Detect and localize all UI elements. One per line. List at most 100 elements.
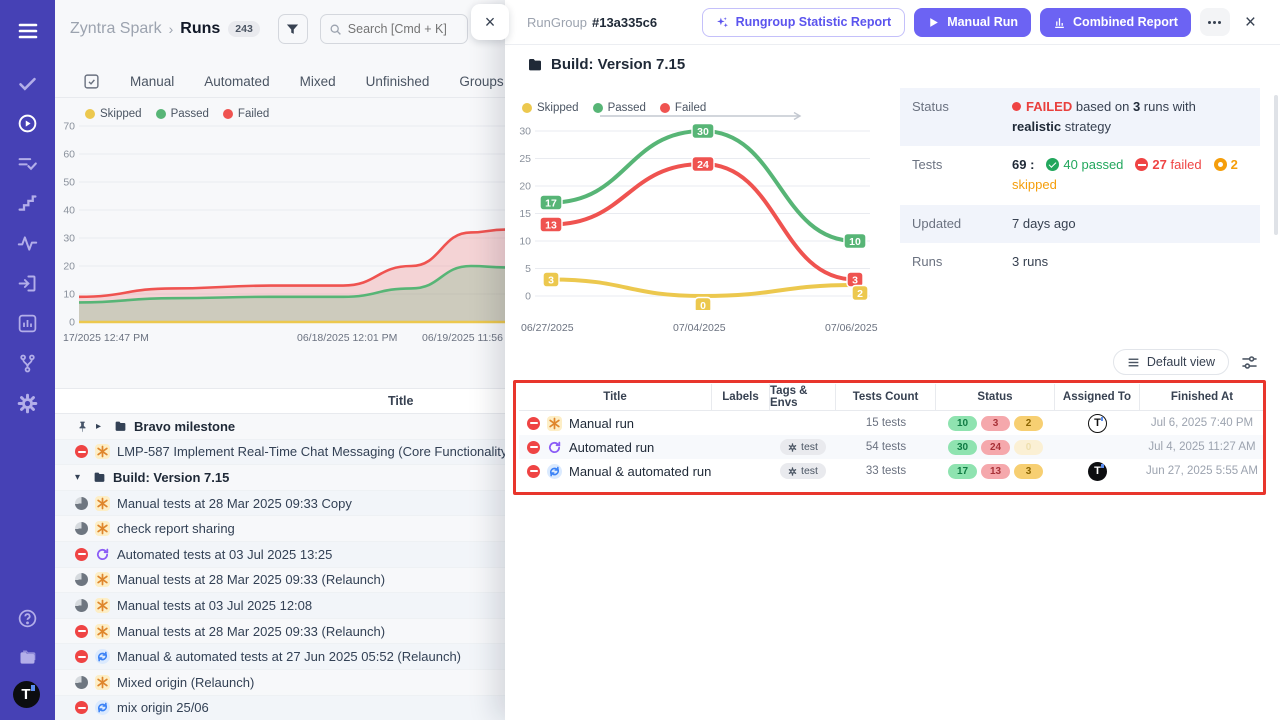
list-icon — [1127, 356, 1140, 369]
rungroup-statistic-report-button[interactable]: Rungroup Statistic Report — [702, 8, 906, 37]
tab-automated[interactable]: Automated — [204, 74, 269, 89]
run-list-row[interactable]: Manual tests at 03 Jul 2025 12:08 — [55, 593, 505, 619]
run-list-row[interactable]: Manual tests at 28 Mar 2025 09:33 (Relau… — [55, 568, 505, 594]
run-list-row[interactable]: mix origin 25/06 — [55, 696, 505, 720]
select-all-icon[interactable] — [83, 73, 100, 90]
tab-mixed[interactable]: Mixed — [300, 74, 336, 89]
detail-label: Updated — [912, 214, 1012, 234]
run-list-row[interactable]: Manual tests at 28 Mar 2025 09:33 Copy — [55, 491, 505, 517]
cell-tests-count: 15 tests — [836, 411, 936, 435]
run-list-row[interactable]: Automated tests at 03 Jul 2025 13:25 — [55, 542, 505, 568]
sidebar-item-pulse[interactable] — [13, 228, 43, 258]
manual-run-icon — [95, 444, 110, 459]
tab-manual[interactable]: Manual — [130, 74, 174, 89]
column-header-tags-envs[interactable]: Tags & Envs — [770, 384, 836, 410]
detail-text: passed — [1078, 157, 1124, 172]
column-header-finished-at[interactable]: Finished At — [1140, 384, 1264, 410]
tab-groups[interactable]: Groups — [459, 74, 503, 89]
combined-report-button[interactable]: Combined Report — [1040, 8, 1191, 37]
failed-badge: 3 — [981, 416, 1010, 431]
tag-pill[interactable]: test — [780, 463, 826, 479]
filter-button[interactable] — [278, 14, 308, 44]
run-title: Mixed origin (Relaunch) — [117, 675, 254, 690]
menu-icon[interactable] — [13, 16, 43, 46]
tag-label: test — [801, 465, 818, 477]
column-header-labels[interactable]: Labels — [712, 384, 770, 410]
manual-run-button[interactable]: Manual Run — [914, 8, 1031, 37]
x-tick-label: 06/18/2025 12:01 PM — [297, 332, 397, 344]
cell-finished-at: Jul 4, 2025 11:27 AM — [1140, 435, 1264, 459]
detail-text: 69 : — [1012, 157, 1034, 172]
svg-text:15: 15 — [519, 208, 531, 220]
table-row[interactable]: Automated runtest54 tests30240Jul 4, 202… — [519, 435, 1264, 459]
search-input[interactable] — [348, 22, 459, 36]
sidebar-item-import[interactable] — [13, 268, 43, 298]
detail-text: 3 runs — [1012, 254, 1048, 269]
skip-circle-icon — [1214, 158, 1227, 171]
column-header-status[interactable]: Status — [936, 384, 1055, 410]
runs-table-header: TitleLabelsTags & EnvsTests CountStatusA… — [519, 384, 1264, 411]
breadcrumb-project[interactable]: Zyntra Spark — [70, 20, 162, 38]
column-header-assigned-to[interactable]: Assigned To — [1055, 384, 1140, 410]
tab-unfinished[interactable]: Unfinished — [366, 74, 430, 89]
close-icon[interactable]: × — [1245, 13, 1256, 32]
failed-status-icon — [75, 650, 88, 663]
drawer-header: RunGroup #13a335c6 Rungroup Statistic Re… — [505, 0, 1280, 45]
more-actions-button[interactable] — [1200, 8, 1230, 36]
sidebar-item-branch[interactable] — [13, 348, 43, 378]
column-header-tests-count[interactable]: Tests Count — [836, 384, 936, 410]
assignee-avatar[interactable]: T — [1088, 462, 1107, 481]
assignee-avatar[interactable]: T — [1088, 414, 1107, 433]
group-chart-x-labels: 06/27/202507/04/202507/06/2025 — [505, 322, 890, 336]
drawer-close-button[interactable]: × — [471, 4, 509, 40]
detail-row-tests: Tests69 :40 passed27 failed2 skipped — [900, 146, 1260, 204]
legend-label: Skipped — [100, 108, 142, 120]
run-list-row[interactable]: LMP-587 Implement Real-Time Chat Messagi… — [55, 440, 505, 466]
legend-label: Skipped — [537, 102, 579, 114]
cell-tags: test — [770, 435, 836, 459]
tag-pill[interactable]: test — [780, 439, 826, 455]
sidebar-item-check[interactable] — [13, 68, 43, 98]
run-list-row[interactable]: Mixed origin (Relaunch) — [55, 670, 505, 696]
legend-skipped: Skipped — [85, 108, 142, 120]
automated-run-icon — [95, 547, 110, 562]
folder-icon — [527, 57, 543, 73]
column-header-title[interactable]: Title — [519, 384, 712, 410]
progress-status-icon — [75, 522, 88, 535]
svg-text:17: 17 — [545, 197, 557, 209]
table-settings-icon[interactable] — [1241, 354, 1258, 371]
sidebar-item-gear[interactable] — [13, 388, 43, 418]
sidebar-item-list-check[interactable] — [13, 148, 43, 178]
default-view-button[interactable]: Default view — [1113, 349, 1229, 375]
table-row[interactable]: Manual & automated runtest33 tests17133T… — [519, 459, 1264, 483]
scrollbar-thumb[interactable] — [1274, 95, 1278, 235]
run-list-row[interactable]: ▾Build: Version 7.15 — [55, 465, 505, 491]
caret-down-icon[interactable]: ▾ — [75, 472, 85, 483]
sidebar-item-steps[interactable] — [13, 188, 43, 218]
cell-title: Manual run — [519, 411, 712, 435]
search-box[interactable] — [320, 14, 468, 44]
svg-text:20: 20 — [63, 261, 75, 273]
user-avatar[interactable]: T — [13, 681, 40, 708]
detail-value: 7 days ago — [1012, 214, 1076, 234]
folder-icon — [113, 419, 127, 433]
trend-arrow-icon — [600, 112, 807, 120]
table-row[interactable]: Manual run15 tests1032TJul 6, 2025 7:40 … — [519, 411, 1264, 435]
run-list-row[interactable]: check report sharing — [55, 516, 505, 542]
run-list-row[interactable]: Manual & automated tests at 27 Jun 2025 … — [55, 644, 505, 670]
runs-table: TitleLabelsTags & EnvsTests CountStatusA… — [519, 384, 1264, 483]
sidebar-item-help[interactable] — [13, 603, 43, 633]
caret-right-icon[interactable]: ▸ — [96, 421, 106, 432]
button-label: Rungroup Statistic Report — [736, 15, 892, 29]
detail-text: runs with — [1140, 99, 1196, 114]
cell-tests-count: 33 tests — [836, 459, 936, 483]
sidebar-item-report[interactable] — [13, 308, 43, 338]
sidebar-item-folders[interactable] — [13, 642, 43, 672]
run-list-row[interactable]: ▸Bravo milestone — [55, 414, 505, 440]
manual-run-icon — [95, 496, 110, 511]
play-icon — [927, 16, 940, 29]
run-title: LMP-587 Implement Real-Time Chat Messagi… — [117, 444, 505, 459]
run-list-row[interactable]: Manual tests at 28 Mar 2025 09:33 (Relau… — [55, 619, 505, 645]
sidebar-item-play-circle[interactable] — [13, 108, 43, 138]
failed-status-icon — [75, 548, 88, 561]
